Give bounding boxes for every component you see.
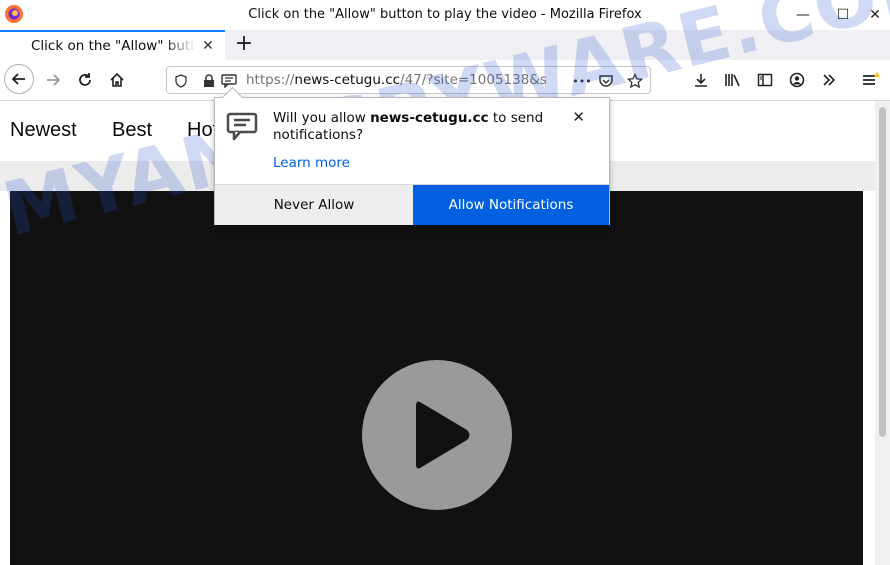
- play-icon: [416, 401, 470, 469]
- download-icon: [695, 74, 707, 87]
- video-player[interactable]: [10, 191, 863, 565]
- tab-close-icon[interactable]: ✕: [199, 37, 217, 55]
- popup-close-icon[interactable]: ✕: [572, 108, 585, 126]
- home-icon: [110, 72, 124, 87]
- sidebar-button[interactable]: [750, 65, 780, 95]
- url-host: news-cetugu.cc: [294, 72, 401, 88]
- new-tab-button[interactable]: +: [232, 33, 256, 57]
- tab-title: Click on the "Allow" button to play the …: [31, 38, 196, 54]
- site-nav-best[interactable]: Best: [112, 119, 152, 142]
- notification-icon: [226, 112, 258, 141]
- page-scrollbar[interactable]: [875, 101, 890, 565]
- overflow-menu-button[interactable]: [814, 65, 844, 95]
- library-icon: [725, 74, 740, 87]
- window-titlebar: Click on the "Allow" button to play the …: [0, 0, 890, 31]
- account-icon: [789, 72, 805, 88]
- popup-message-prefix: Will you allow: [273, 110, 371, 126]
- scrollbar-thumb[interactable]: [879, 107, 886, 437]
- reload-button[interactable]: [70, 65, 100, 95]
- account-button[interactable]: [782, 65, 812, 95]
- lock-icon[interactable]: [200, 72, 218, 90]
- main-menu-button[interactable]: [856, 65, 886, 95]
- play-button[interactable]: [362, 360, 512, 510]
- sidebar-icon: [757, 73, 773, 87]
- url-bar[interactable]: https://news-cetugu.cc/47/?site=1005138&…: [166, 66, 651, 94]
- popup-site-name: news-cetugu.cc: [370, 110, 489, 126]
- forward-button[interactable]: [38, 65, 68, 95]
- learn-more-link[interactable]: Learn more: [273, 155, 350, 171]
- chevron-double-right-icon: [823, 74, 836, 86]
- popup-buttons: Never Allow Allow Notifications: [215, 184, 609, 225]
- site-nav-newest[interactable]: Newest: [10, 119, 77, 142]
- tab-strip: Click on the "Allow" button to play the …: [0, 30, 890, 60]
- notification-permission-popup: Will you allow news-cetugu.cc to send no…: [214, 86, 610, 225]
- maximize-button[interactable]: ☐: [826, 0, 860, 30]
- hamburger-menu-icon: [863, 72, 880, 85]
- page-actions-button[interactable]: •••: [571, 72, 593, 90]
- pocket-icon[interactable]: [597, 72, 615, 90]
- never-allow-button[interactable]: Never Allow: [215, 185, 413, 225]
- popup-message: Will you allow news-cetugu.cc to send no…: [273, 110, 563, 144]
- allow-notifications-button[interactable]: Allow Notifications: [413, 185, 609, 225]
- navigation-toolbar: https://news-cetugu.cc/47/?site=1005138&…: [0, 60, 890, 101]
- notification-icon[interactable]: [220, 72, 238, 90]
- url-path: /47/?site=1005138&s: [400, 72, 546, 88]
- back-arrow-icon: [11, 73, 25, 85]
- window-title: Click on the "Allow" button to play the …: [248, 7, 642, 22]
- tracking-shield-icon[interactable]: [172, 72, 190, 90]
- active-tab[interactable]: Click on the "Allow" button to play the …: [0, 30, 225, 60]
- minimize-button[interactable]: —: [786, 0, 820, 30]
- url-text[interactable]: https://news-cetugu.cc/47/?site=1005138&…: [246, 72, 546, 88]
- forward-arrow-icon: [47, 74, 61, 86]
- downloads-button[interactable]: [686, 65, 716, 95]
- close-window-button[interactable]: ✕: [858, 0, 890, 30]
- library-button[interactable]: [718, 65, 748, 95]
- back-button[interactable]: [4, 64, 34, 94]
- reload-icon: [79, 73, 91, 86]
- url-scheme: https://: [246, 72, 295, 88]
- home-button[interactable]: [102, 65, 132, 95]
- star-icon[interactable]: [626, 72, 644, 90]
